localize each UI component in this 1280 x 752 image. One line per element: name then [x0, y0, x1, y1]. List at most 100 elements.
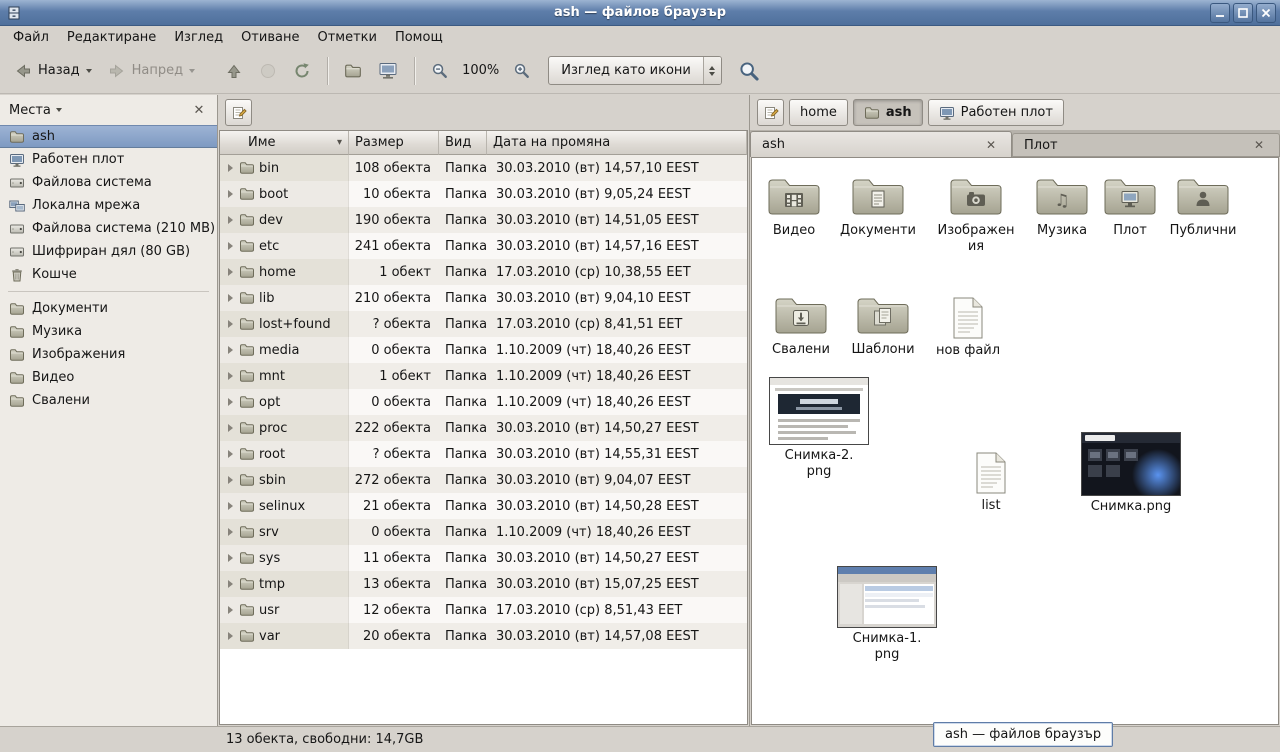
breadcrumb-button[interactable]: home	[789, 99, 848, 126]
file-icon-item[interactable]: Изображен ия	[928, 170, 1024, 256]
file-icon-item[interactable]: Снимка-2. png	[771, 377, 867, 481]
menu-item[interactable]: Помощ	[386, 28, 452, 47]
sort-indicator-icon[interactable]: ▾	[337, 137, 342, 148]
table-row[interactable]: bin108 обектаПапка30.03.2010 (вт) 14,57,…	[220, 155, 747, 181]
cell-name[interactable]: boot	[220, 181, 349, 207]
icon-view[interactable]: ВидеоДокументиИзображен ия♫МузикаПлотПуб…	[751, 157, 1279, 725]
expander-icon[interactable]	[228, 502, 233, 510]
close-button[interactable]	[1256, 3, 1276, 23]
table-row[interactable]: root? обектаПапка30.03.2010 (вт) 14,55,3…	[220, 441, 747, 467]
sidebar-item[interactable]: Свалени	[0, 389, 217, 412]
menu-item[interactable]: Отметки	[308, 28, 385, 47]
cell-name[interactable]: srv	[220, 519, 349, 545]
table-row[interactable]: dev190 обектаПапка30.03.2010 (вт) 14,51,…	[220, 207, 747, 233]
sidebar-item[interactable]: ash	[0, 125, 217, 148]
sidebar-title[interactable]: Места	[9, 103, 51, 118]
back-button[interactable]: Назад	[6, 56, 100, 86]
table-row[interactable]: lib210 обектаПапка30.03.2010 (вт) 9,04,1…	[220, 285, 747, 311]
column-header[interactable]: Вид	[439, 131, 487, 155]
search-button[interactable]	[734, 56, 764, 86]
sidebar-item[interactable]: Музика	[0, 320, 217, 343]
zoom-in-button[interactable]	[505, 56, 538, 85]
expander-icon[interactable]	[228, 632, 233, 640]
cell-name[interactable]: home	[220, 259, 349, 285]
tab-close-icon[interactable]: ✕	[982, 136, 1000, 154]
table-row[interactable]: proc222 обектаПапка30.03.2010 (вт) 14,50…	[220, 415, 747, 441]
expander-icon[interactable]	[228, 580, 233, 588]
sidebar-mode-chevron-icon[interactable]	[56, 108, 62, 112]
expander-icon[interactable]	[228, 554, 233, 562]
cell-name[interactable]: lost+found	[220, 311, 349, 337]
expander-icon[interactable]	[228, 606, 233, 614]
file-icon-item[interactable]: Снимка-1. png	[839, 566, 935, 664]
expander-icon[interactable]	[228, 528, 233, 536]
back-history-chevron-icon[interactable]	[86, 69, 92, 73]
file-icon-item[interactable]: Документи	[830, 170, 926, 239]
file-icon-item[interactable]: Видео	[751, 170, 842, 239]
cell-name[interactable]: bin	[220, 155, 349, 181]
column-header[interactable]: Име▾	[220, 131, 349, 155]
menu-item[interactable]: Файл	[4, 28, 58, 47]
expander-icon[interactable]	[228, 164, 233, 172]
table-row[interactable]: home1 обектПапка17.03.2010 (ср) 10,38,55…	[220, 259, 747, 285]
cell-name[interactable]: tmp	[220, 571, 349, 597]
file-icon-item[interactable]: Снимка.png	[1083, 432, 1179, 515]
reload-button[interactable]	[285, 56, 319, 86]
expander-icon[interactable]	[228, 242, 233, 250]
titlebar[interactable]: ash — файлов браузър	[0, 0, 1280, 26]
sidebar-item[interactable]: Файлова система (210 MB)	[0, 217, 217, 240]
column-header[interactable]: Дата на промяна	[487, 131, 747, 155]
menu-item[interactable]: Редактиране	[58, 28, 165, 47]
sidebar-item[interactable]: Локална мрежа	[0, 194, 217, 217]
cell-name[interactable]: lib	[220, 285, 349, 311]
stop-button[interactable]	[251, 56, 285, 86]
menu-item[interactable]: Изглед	[165, 28, 232, 47]
up-button[interactable]	[217, 56, 251, 86]
expander-icon[interactable]	[228, 424, 233, 432]
expander-icon[interactable]	[228, 346, 233, 354]
location-toggle-button[interactable]	[757, 99, 784, 126]
cell-name[interactable]: usr	[220, 597, 349, 623]
cell-name[interactable]: sys	[220, 545, 349, 571]
sidebar-item[interactable]: Файлова система	[0, 171, 217, 194]
expander-icon[interactable]	[228, 216, 233, 224]
sidebar-item[interactable]: Видео	[0, 366, 217, 389]
sidebar-item[interactable]: Кошче	[0, 263, 217, 286]
table-row[interactable]: srv0 обектаПапка1.10.2009 (чт) 18,40,26 …	[220, 519, 747, 545]
sidebar-close-icon[interactable]: ✕	[190, 101, 208, 119]
expander-icon[interactable]	[228, 372, 233, 380]
table-row[interactable]: var20 обектаПапка30.03.2010 (вт) 14,57,0…	[220, 623, 747, 649]
cell-name[interactable]: selinux	[220, 493, 349, 519]
cell-name[interactable]: etc	[220, 233, 349, 259]
taskbar-window-label[interactable]: ash — файлов браузър	[933, 722, 1113, 747]
tab[interactable]: ash✕	[750, 131, 1012, 157]
table-row[interactable]: sbin272 обектаПапка30.03.2010 (вт) 9,04,…	[220, 467, 747, 493]
sidebar-item[interactable]: Работен плот	[0, 148, 217, 171]
tab-close-icon[interactable]: ✕	[1250, 136, 1268, 154]
expander-icon[interactable]	[228, 320, 233, 328]
file-icon-item[interactable]: Публични	[1155, 170, 1251, 239]
view-mode-select[interactable]: Изглед като икони	[548, 56, 722, 85]
table-row[interactable]: selinux21 обектаПапка30.03.2010 (вт) 14,…	[220, 493, 747, 519]
breadcrumb-button[interactable]: ash	[853, 99, 923, 126]
file-icon-item[interactable]: нов файл	[920, 290, 1016, 359]
file-icon-item[interactable]: list	[943, 445, 1039, 514]
cell-name[interactable]: media	[220, 337, 349, 363]
combo-spinner[interactable]	[703, 57, 721, 84]
breadcrumb-button[interactable]: Работен плот	[928, 99, 1064, 126]
table-row[interactable]: mnt1 обектПапка1.10.2009 (чт) 18,40,26 E…	[220, 363, 747, 389]
table-row[interactable]: etc241 обектаПапка30.03.2010 (вт) 14,57,…	[220, 233, 747, 259]
table-row[interactable]: opt0 обектаПапка1.10.2009 (чт) 18,40,26 …	[220, 389, 747, 415]
column-header[interactable]: Размер	[349, 131, 439, 155]
cell-name[interactable]: sbin	[220, 467, 349, 493]
cell-name[interactable]: mnt	[220, 363, 349, 389]
table-row[interactable]: usr12 обектаПапка17.03.2010 (ср) 8,51,43…	[220, 597, 747, 623]
expander-icon[interactable]	[228, 476, 233, 484]
expander-icon[interactable]	[228, 450, 233, 458]
table-row[interactable]: boot10 обектаПапка30.03.2010 (вт) 9,05,2…	[220, 181, 747, 207]
minimize-button[interactable]	[1210, 3, 1230, 23]
cell-name[interactable]: var	[220, 623, 349, 649]
zoom-out-button[interactable]	[423, 56, 456, 85]
expander-icon[interactable]	[228, 398, 233, 406]
computer-button[interactable]	[370, 56, 406, 86]
